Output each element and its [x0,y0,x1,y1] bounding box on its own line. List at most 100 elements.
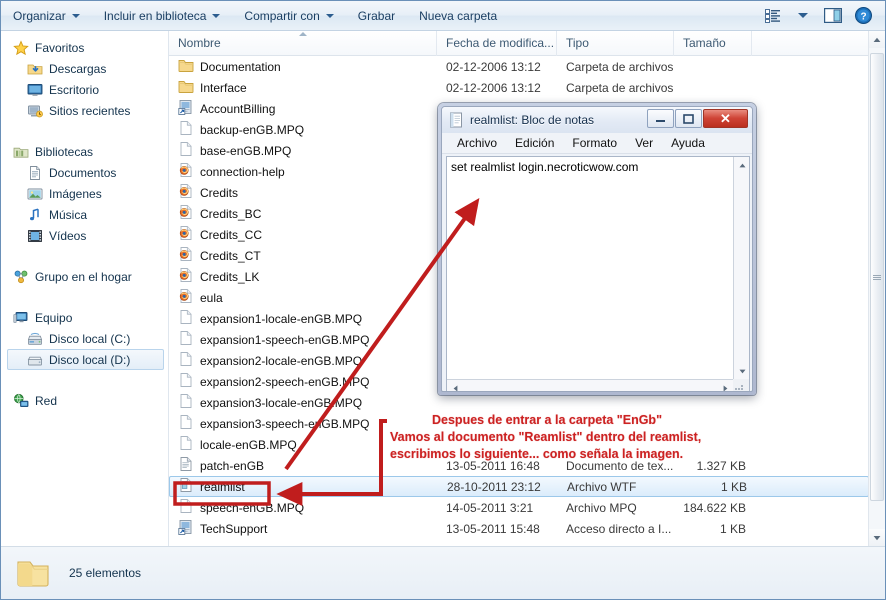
notepad-scroll-up-button[interactable] [734,157,750,173]
sidebar-item-equipo[interactable]: Equipo [1,307,168,328]
sidebar-label-disco-local-c: Disco local (C:) [49,331,131,346]
preview-pane-icon[interactable] [821,5,845,27]
navigation-pane[interactable]: Favoritos Descargas Escritorio Sitios re… [1,31,169,546]
file-name-cell[interactable]: Credits_CC [169,225,437,244]
file-name-cell[interactable]: expansion2-locale-enGB.MPQ [169,351,437,370]
file-name-cell[interactable]: Interface [169,78,437,97]
notepad-menu-item-formato[interactable]: Formato [563,136,626,150]
share-with-button[interactable]: Compartir con [232,3,345,29]
file-name-cell[interactable]: backup-enGB.MPQ [169,120,437,139]
organize-label: Organizar [13,8,66,23]
file-size-cell: 1 KB [720,479,747,494]
sidebar-item-favoritos[interactable]: Favoritos [1,37,168,58]
file-name-cell[interactable]: Documentation [169,57,437,76]
sidebar-item-musica[interactable]: Música [1,204,168,225]
notepad-text-area[interactable]: set realmlist login.necroticwow.com [446,156,750,391]
new-folder-button[interactable]: Nueva carpeta [407,3,509,29]
notepad-menu-item-edicin[interactable]: Edición [506,136,563,150]
notepad-scroll-left-button[interactable] [447,380,463,391]
file-name-cell[interactable]: Credits_BC [169,204,437,223]
sidebar-item-bibliotecas[interactable]: Bibliotecas [1,141,168,162]
chevron-down-icon[interactable] [791,5,815,27]
file-name-label: AccountBilling [200,101,276,116]
file-name-cell[interactable]: Credits_LK [169,267,437,286]
file-name-cell[interactable]: base-enGB.MPQ [169,141,437,160]
file-name-label: Credits [200,185,239,200]
notepad-menu-item-archivo[interactable]: Archivo [448,136,506,150]
include-in-library-label: Incluir en biblioteca [103,8,207,23]
table-row[interactable]: speech-enGB.MPQ 14-05-2011 3:21 Archivo MP… [169,497,869,518]
minimize-button[interactable] [647,109,674,128]
sidebar-item-disco-local-d[interactable]: Disco local (D:) [7,349,164,370]
file-name-cell[interactable]: expansion1-locale-enGB.MPQ [169,309,437,328]
scroll-down-button[interactable] [869,529,885,546]
notepad-scroll-down-button[interactable] [734,363,750,379]
notepad-scroll-right-button[interactable] [717,380,733,391]
notepad-window[interactable]: realmlist: Bloc de notas ✕ Archivo Edició… [438,103,756,395]
notepad-title-bar[interactable]: realmlist: Bloc de notas ✕ [442,107,752,133]
notepad-menu-item-ayuda[interactable]: Ayuda [662,136,714,150]
notepad-vertical-scrollbar[interactable] [733,157,749,379]
notepad-menu-item-ver[interactable]: Ver [626,136,662,150]
column-header-filler[interactable] [752,30,869,56]
file-name-cell[interactable]: expansion1-speech-enGB.MPQ [169,330,437,349]
file-size-cell: 1 KB [719,521,746,536]
sidebar-item-sitios-recientes[interactable]: Sitios recientes [1,100,168,121]
file-name-label: Credits_LK [200,269,260,284]
close-button[interactable]: ✕ [703,109,748,128]
share-with-label: Compartir con [244,8,320,23]
sidebar-item-red[interactable]: Red [1,390,168,411]
notepad-menu-bar[interactable]: Archivo Edición Formato Ver Ayuda [442,133,752,154]
include-in-library-button[interactable]: Incluir en biblioteca [92,3,233,29]
notepad-horizontal-scrollbar[interactable] [447,379,733,391]
network-icon [14,393,29,407]
shortcut-icon [178,99,194,118]
view-options-icon[interactable] [761,5,785,27]
file-name-label: expansion3-speech-enGB.MPQ [200,416,370,431]
maximize-button[interactable] [675,109,702,128]
file-name-cell[interactable]: eula [169,288,437,307]
organize-button[interactable]: Organizar [1,3,92,29]
notepad-resize-grip[interactable] [733,379,749,391]
help-icon[interactable]: ? [851,5,875,27]
file-name-cell[interactable]: speech-enGB.MPQ [169,498,437,517]
table-row[interactable]: TechSupport 13-05-2011 15:48 Acceso direct… [169,518,869,539]
sidebar-item-escritorio[interactable]: Escritorio [1,79,168,100]
column-header-size[interactable]: Tamaño [674,30,752,56]
file-name-cell[interactable]: Credits [169,183,437,202]
file-name-cell[interactable]: Credits_CT [169,246,437,265]
file-name-label: patch-enGB [200,458,265,473]
column-header-date[interactable]: Fecha de modifica... [437,30,557,56]
sidebar-item-documentos[interactable]: Documentos [1,162,168,183]
file-name-label: expansion2-speech-enGB.MPQ [200,374,370,389]
table-row[interactable]: expansion3-locale-enGB.MPQ [169,392,869,413]
file-name-cell[interactable]: AccountBilling [169,99,437,118]
explorer-scrollbar[interactable] [868,31,885,546]
sidebar-item-imagenes[interactable]: Imágenes [1,183,168,204]
burn-button[interactable]: Grabar [346,3,407,29]
table-row[interactable]: Documentation 02-12-2006 13:12 Carpeta de … [169,56,869,77]
sidebar-item-descargas[interactable]: Descargas [1,58,168,79]
sidebar-item-disco-local-c[interactable]: Disco local (C:) [1,328,168,349]
sidebar-label-favoritos: Favoritos [35,40,85,55]
table-row[interactable]: Interface 02-12-2006 13:12 Carpeta de arch… [169,77,869,98]
firefox-html-icon [178,162,194,181]
status-bar-text: 25 elementos [69,566,142,580]
sidebar-item-grupo-en-el-hogar[interactable]: Grupo en el hogar [1,266,168,287]
notepad-content: set realmlist login.necroticwow.com [451,160,639,174]
scroll-up-button[interactable] [869,31,885,48]
table-row[interactable]: realmlist 28-10-2011 23:12 Archivo WTF 1 KB [169,476,869,497]
column-header-size-label: Tamaño [683,36,726,50]
file-name-cell[interactable]: TechSupport [169,519,437,538]
file-type-cell: Carpeta de archivos [566,59,674,74]
file-name-cell[interactable]: connection-help [169,162,437,181]
column-header-name[interactable]: Nombre [169,30,437,56]
file-name-cell[interactable]: expansion3-locale-enGB.MPQ [169,393,437,412]
annotation-text: Despues de entrar a la carpeta "EnGb" Va… [390,412,885,463]
column-header-type[interactable]: Tipo [557,30,674,56]
notepad-title-text: realmlist: Bloc de notas [470,113,595,127]
file-name-cell[interactable]: expansion2-speech-enGB.MPQ [169,372,437,391]
sidebar-item-videos[interactable]: Vídeos [1,225,168,246]
file-name-cell[interactable]: realmlist [170,477,438,496]
